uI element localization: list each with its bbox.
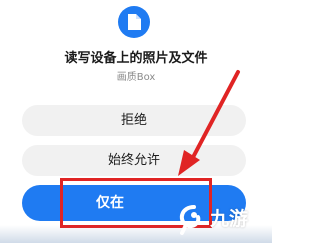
permission-dialog: 读写设备上的照片及文件 画质Box 拒绝 始终允许 仅在 九游 <box>0 0 272 243</box>
watermark-text: 九游 <box>210 208 249 230</box>
